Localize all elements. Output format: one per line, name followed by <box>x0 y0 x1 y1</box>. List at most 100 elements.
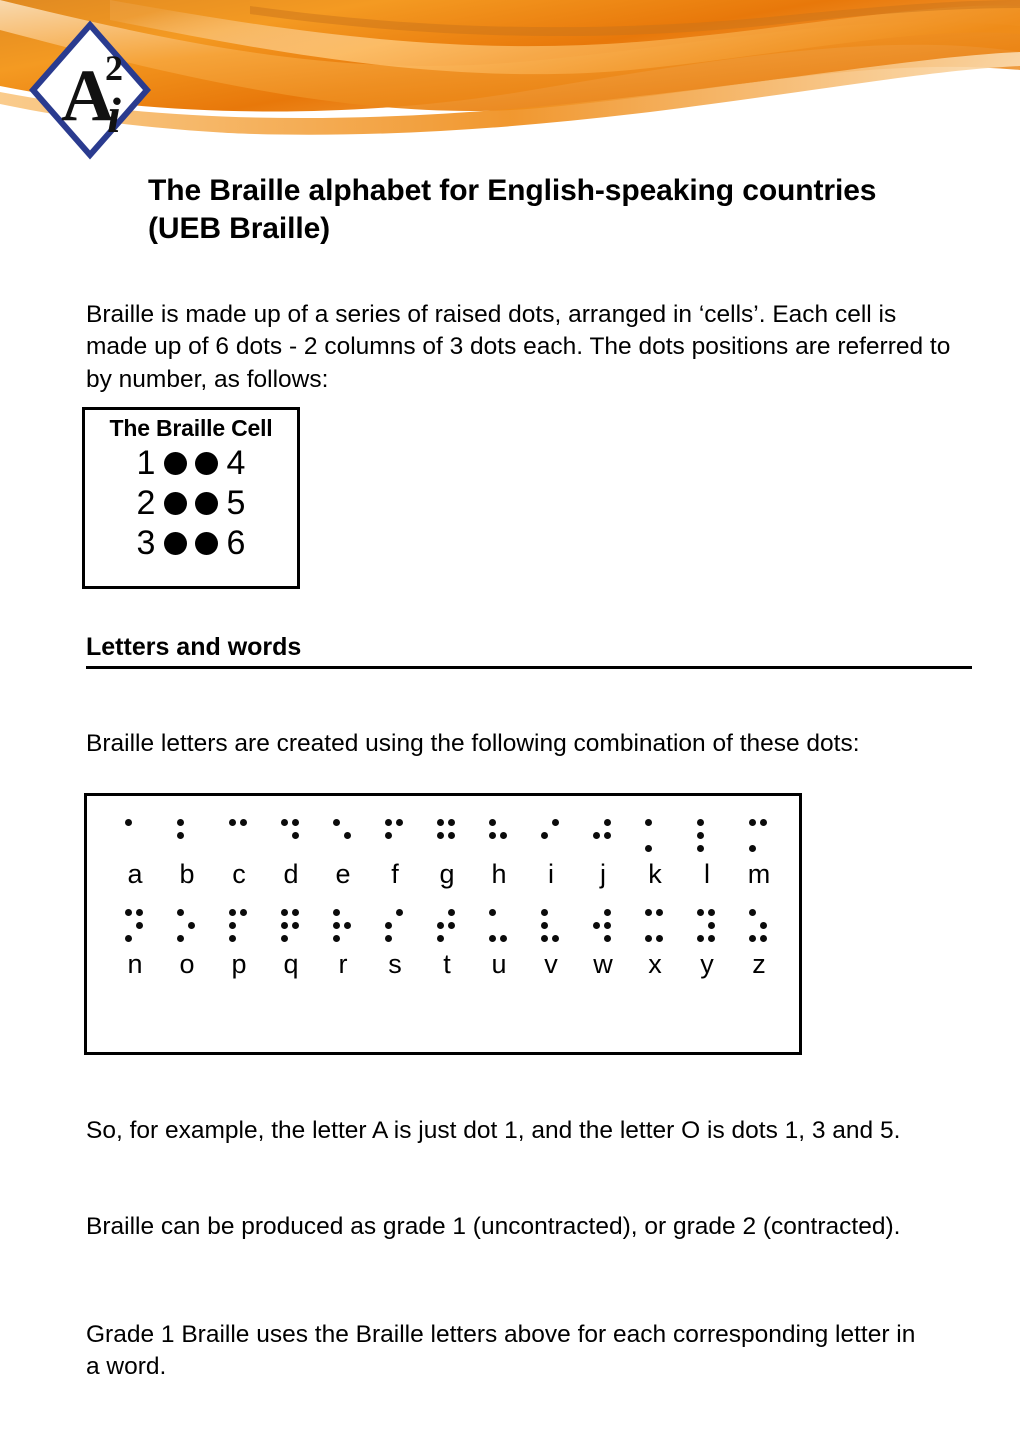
braille-cell-row: 1 4 <box>107 443 275 483</box>
braille-dot-3 <box>229 845 236 852</box>
braille-letter-y: y <box>681 908 733 978</box>
braille-dot-1 <box>229 819 236 826</box>
braille-dot-3 <box>385 845 392 852</box>
braille-dot-1 <box>281 819 288 826</box>
braille-dot-6 <box>656 845 663 852</box>
braille-dot-1 <box>281 909 288 916</box>
braille-letter-label: w <box>593 949 613 979</box>
braille-dot-3 <box>177 845 184 852</box>
braille-dot-4 <box>448 909 455 916</box>
braille-dot-pattern <box>332 908 354 947</box>
braille-alphabet-row-1: a b c d e f g h i j k l m <box>87 818 799 888</box>
braille-letter-i: i <box>525 818 577 888</box>
braille-dot-6 <box>344 845 351 852</box>
braille-dot-2 <box>437 832 444 839</box>
braille-dot-2 <box>177 922 184 929</box>
braille-dot-5 <box>240 922 247 929</box>
braille-dot-5 <box>552 922 559 929</box>
braille-dot-1 <box>489 819 496 826</box>
braille-dot-pattern <box>176 818 198 857</box>
braille-dot-1 <box>229 909 236 916</box>
braille-letter-u: u <box>473 908 525 978</box>
braille-dot-4 <box>604 819 611 826</box>
braille-dot-4 <box>500 909 507 916</box>
braille-dot-pattern <box>384 818 406 857</box>
braille-dot-3 <box>593 935 600 942</box>
braille-dot-2 <box>125 832 132 839</box>
braille-dot-4 <box>344 819 351 826</box>
braille-letter-r: r <box>317 908 369 978</box>
intro-paragraph: Braille is made up of a series of raised… <box>86 300 951 393</box>
braille-dot-2 <box>489 922 496 929</box>
braille-dot-pattern <box>436 908 458 947</box>
braille-letter-label: p <box>231 949 247 979</box>
braille-dot-5 <box>396 832 403 839</box>
braille-dot-6 <box>188 845 195 852</box>
cell-dot-number-left: 2 <box>136 484 156 523</box>
braille-dot-pattern <box>644 818 666 857</box>
braille-letter-q: q <box>265 908 317 978</box>
braille-dot-6 <box>136 935 143 942</box>
braille-dot-pattern <box>748 818 770 857</box>
braille-dot-3 <box>749 845 756 852</box>
braille-dot-2 <box>333 922 340 929</box>
braille-letter-c: c <box>213 818 265 888</box>
braille-dot-3 <box>645 845 652 852</box>
braille-dot-5 <box>500 922 507 929</box>
braille-dot-5 <box>500 832 507 839</box>
braille-letter-label: i <box>548 859 554 889</box>
braille-dot-2 <box>229 832 236 839</box>
braille-dot-3 <box>697 845 704 852</box>
braille-dot-4 <box>708 819 715 826</box>
braille-dot-6 <box>760 935 767 942</box>
braille-dot-2 <box>697 832 704 839</box>
braille-dot-2 <box>593 922 600 929</box>
braille-dot-1 <box>645 819 652 826</box>
braille-letter-label: f <box>391 859 399 889</box>
braille-letter-h: h <box>473 818 525 888</box>
braille-dot-6 <box>240 845 247 852</box>
braille-dot-1 <box>125 819 132 826</box>
braille-dot-1 <box>385 909 392 916</box>
letters-intro-paragraph: Braille letters are created using the fo… <box>86 729 860 757</box>
braille-dot-1 <box>333 909 340 916</box>
braille-cell-figure: The Braille Cell 1 4 2 5 3 6 <box>82 407 300 589</box>
braille-dot-4 <box>708 909 715 916</box>
braille-dot-pattern <box>176 908 198 947</box>
braille-dot-pattern <box>124 908 146 947</box>
braille-dot-3 <box>749 935 756 942</box>
braille-dot-6 <box>396 845 403 852</box>
logo-diamond-icon: A 2 i <box>29 20 151 160</box>
braille-dot-3 <box>281 935 288 942</box>
braille-dot-3 <box>437 845 444 852</box>
braille-letter-label: d <box>283 859 299 889</box>
braille-dot-5 <box>760 922 767 929</box>
braille-dot-5 <box>552 832 559 839</box>
braille-dot-1 <box>645 909 652 916</box>
braille-letter-g: g <box>421 818 473 888</box>
braille-dot-2 <box>645 922 652 929</box>
braille-dot-3 <box>125 935 132 942</box>
section-heading-letters-and-words: Letters and words <box>86 633 972 669</box>
braille-letter-d: d <box>265 818 317 888</box>
braille-cell-row: 3 6 <box>107 523 275 563</box>
braille-dot-3 <box>489 935 496 942</box>
braille-letter-z: z <box>733 908 785 978</box>
braille-dot-3 <box>333 845 340 852</box>
braille-dot-pattern <box>540 818 562 857</box>
a2i-logo: A 2 i <box>27 20 153 160</box>
cell-dot-filled <box>164 531 187 555</box>
braille-dot-1 <box>697 819 704 826</box>
braille-letter-label: y <box>700 949 714 979</box>
braille-dot-5 <box>188 922 195 929</box>
braille-letter-o: o <box>161 908 213 978</box>
braille-letter-label: o <box>179 949 195 979</box>
braille-letter-label: s <box>388 949 402 979</box>
cell-dot-number-right: 4 <box>226 444 246 483</box>
braille-dot-5 <box>292 832 299 839</box>
braille-dot-3 <box>437 935 444 942</box>
logo-superscript-2: 2 <box>105 48 123 88</box>
braille-dot-2 <box>749 832 756 839</box>
braille-dot-2 <box>749 922 756 929</box>
cell-dot-filled <box>164 491 187 515</box>
